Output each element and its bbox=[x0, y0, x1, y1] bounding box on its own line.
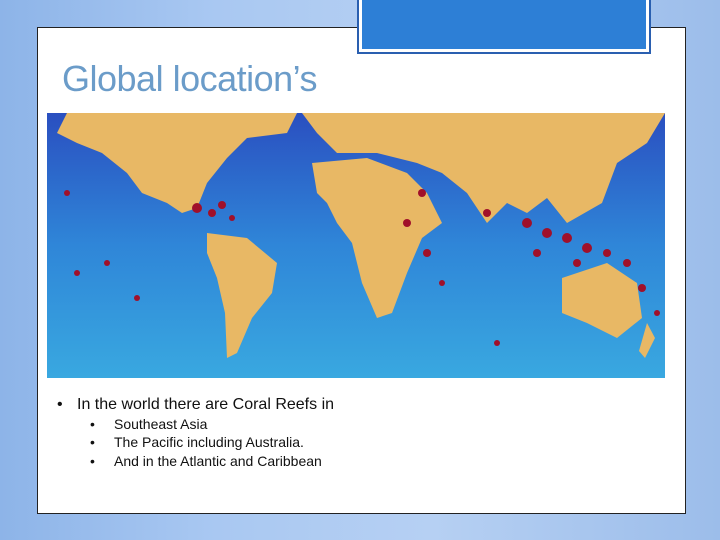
sub-bullet: • The Pacific including Australia. bbox=[90, 434, 304, 450]
main-bullet: • In the world there are Coral Reefs in bbox=[57, 396, 334, 414]
bullet-marker: • bbox=[90, 434, 95, 450]
sub-bullet-text: And in the Atlantic and Caribbean bbox=[114, 453, 322, 469]
bullet-marker: • bbox=[57, 396, 63, 413]
sub-bullet: • Southeast Asia bbox=[90, 416, 207, 432]
slide-title: Global location’s bbox=[62, 58, 318, 99]
bullet-marker: • bbox=[90, 453, 95, 469]
bullet-marker: • bbox=[90, 416, 95, 432]
main-bullet-text: In the world there are Coral Reefs in bbox=[77, 396, 335, 413]
header-decoration-box bbox=[357, 0, 651, 54]
coral-reef-world-map bbox=[47, 113, 665, 378]
sub-bullet-text: The Pacific including Australia. bbox=[114, 434, 304, 450]
sub-bullet: • And in the Atlantic and Caribbean bbox=[90, 453, 322, 469]
sub-bullet-text: Southeast Asia bbox=[114, 416, 208, 432]
